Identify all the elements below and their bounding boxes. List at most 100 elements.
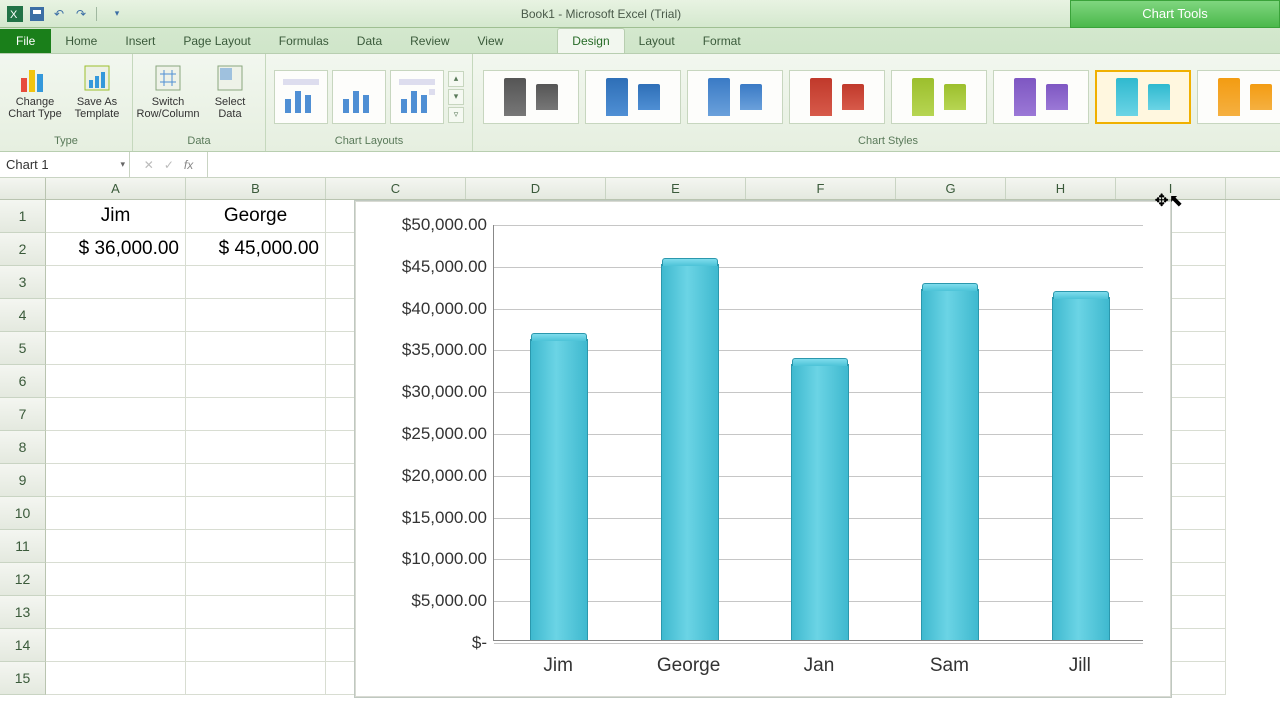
column-header[interactable]: D	[466, 178, 606, 199]
row-header[interactable]: 5	[0, 332, 46, 365]
tab-page-layout[interactable]: Page Layout	[169, 29, 264, 53]
cell[interactable]	[186, 497, 326, 530]
cell[interactable]	[46, 662, 186, 695]
cell[interactable]	[186, 596, 326, 629]
chart-style-thumb[interactable]	[789, 70, 885, 124]
cell[interactable]	[46, 464, 186, 497]
cell[interactable]	[46, 332, 186, 365]
cell[interactable]: Jim	[46, 200, 186, 233]
cell[interactable]	[46, 530, 186, 563]
cell[interactable]	[186, 398, 326, 431]
undo-icon[interactable]: ↶	[50, 5, 68, 23]
cell[interactable]	[186, 332, 326, 365]
change-chart-type-button[interactable]: Change Chart Type	[6, 58, 64, 120]
cell[interactable]	[46, 299, 186, 332]
row-header[interactable]: 15	[0, 662, 46, 695]
row-header[interactable]: 12	[0, 563, 46, 596]
row-header[interactable]: 6	[0, 365, 46, 398]
cell[interactable]	[186, 365, 326, 398]
column-header[interactable]: H	[1006, 178, 1116, 199]
cell[interactable]	[186, 299, 326, 332]
chart-style-thumb[interactable]	[993, 70, 1089, 124]
column-header[interactable]: G	[896, 178, 1006, 199]
column-header[interactable]: C	[326, 178, 466, 199]
cell[interactable]	[46, 398, 186, 431]
enter-icon[interactable]: ✓	[164, 158, 174, 172]
qat-dropdown-icon[interactable]: ▾	[108, 5, 126, 23]
tab-view[interactable]: View	[464, 29, 518, 53]
cell[interactable]	[46, 596, 186, 629]
scroll-up-icon[interactable]: ▴	[448, 71, 464, 87]
cell[interactable]	[46, 629, 186, 662]
scroll-down-icon[interactable]: ▾	[448, 89, 464, 105]
column-header[interactable]: F	[746, 178, 896, 199]
embedded-chart[interactable]: ✥⬉ $-$5,000.00$10,000.00$15,000.00$20,00…	[354, 200, 1172, 698]
row-header[interactable]: 8	[0, 431, 46, 464]
column-header[interactable]: B	[186, 178, 326, 199]
row-header[interactable]: 14	[0, 629, 46, 662]
chart-layout-1[interactable]	[274, 70, 328, 124]
row-header[interactable]: 13	[0, 596, 46, 629]
cell[interactable]: George	[186, 200, 326, 233]
cell[interactable]	[186, 431, 326, 464]
tab-format[interactable]: Format	[689, 29, 755, 53]
row-header[interactable]: 10	[0, 497, 46, 530]
select-data-button[interactable]: Select Data	[201, 58, 259, 120]
plot-area[interactable]	[493, 225, 1143, 641]
chart-bar[interactable]	[921, 289, 979, 640]
cell[interactable]	[46, 563, 186, 596]
row-header[interactable]: 2	[0, 233, 46, 266]
cell[interactable]	[186, 464, 326, 497]
chart-layout-3[interactable]	[390, 70, 444, 124]
cell[interactable]	[46, 431, 186, 464]
tab-design[interactable]: Design	[557, 28, 624, 53]
cell[interactable]	[46, 497, 186, 530]
switch-row-column-button[interactable]: Switch Row/Column	[139, 58, 197, 120]
cell[interactable]: $ 45,000.00	[186, 233, 326, 266]
formula-input[interactable]	[208, 152, 1280, 177]
cell[interactable]	[186, 530, 326, 563]
row-header[interactable]: 4	[0, 299, 46, 332]
row-header[interactable]: 1	[0, 200, 46, 233]
column-header[interactable]: A	[46, 178, 186, 199]
tab-file[interactable]: File	[0, 29, 51, 53]
row-header[interactable]: 9	[0, 464, 46, 497]
select-all-corner[interactable]	[0, 178, 46, 199]
chart-bar[interactable]	[1052, 297, 1110, 640]
redo-icon[interactable]: ↷	[72, 5, 90, 23]
namebox-dropdown-icon[interactable]: ▾	[120, 159, 125, 170]
chart-bar[interactable]	[791, 364, 849, 640]
tab-insert[interactable]: Insert	[111, 29, 169, 53]
row-header[interactable]: 11	[0, 530, 46, 563]
tab-layout[interactable]: Layout	[625, 29, 689, 53]
fx-icon[interactable]: fx	[184, 158, 193, 172]
save-icon[interactable]	[28, 5, 46, 23]
cell[interactable]	[46, 365, 186, 398]
tab-home[interactable]: Home	[51, 29, 111, 53]
expand-gallery-icon[interactable]: ▿	[448, 107, 464, 123]
tab-review[interactable]: Review	[396, 29, 463, 53]
chart-style-thumb[interactable]	[687, 70, 783, 124]
chart-bar[interactable]	[661, 264, 719, 640]
chart-style-thumb[interactable]	[585, 70, 681, 124]
layout-gallery-scroll[interactable]: ▴ ▾ ▿	[448, 71, 464, 123]
cell[interactable]	[186, 266, 326, 299]
tab-formulas[interactable]: Formulas	[265, 29, 343, 53]
worksheet-grid[interactable]: ABCDEFGHI 1JimGeorgeJanSamJillTotal2$ 36…	[0, 178, 1280, 720]
column-header[interactable]: I	[1116, 178, 1226, 199]
cell[interactable]	[186, 662, 326, 695]
cell[interactable]	[186, 629, 326, 662]
chart-bar[interactable]	[530, 339, 588, 640]
cell[interactable]: $ 36,000.00	[46, 233, 186, 266]
chart-style-thumb[interactable]	[1095, 70, 1191, 124]
save-as-template-button[interactable]: Save As Template	[68, 58, 126, 120]
row-header[interactable]: 7	[0, 398, 46, 431]
chart-style-thumb[interactable]	[483, 70, 579, 124]
row-header[interactable]: 3	[0, 266, 46, 299]
cell[interactable]	[186, 563, 326, 596]
tab-data[interactable]: Data	[343, 29, 396, 53]
name-box[interactable]: Chart 1▾	[0, 152, 130, 177]
cell[interactable]	[46, 266, 186, 299]
cancel-icon[interactable]: ✕	[144, 158, 154, 172]
chart-layout-2[interactable]	[332, 70, 386, 124]
